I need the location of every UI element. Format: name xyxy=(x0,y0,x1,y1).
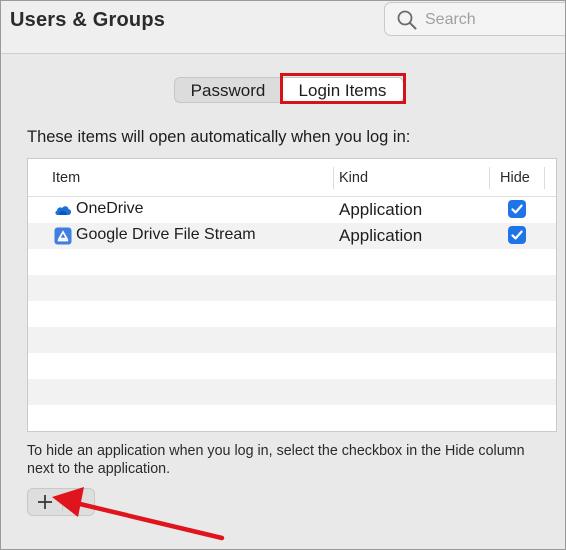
window-title: Users & Groups xyxy=(10,9,166,31)
google-drive-icon xyxy=(54,227,72,245)
checkmark-icon xyxy=(511,230,523,240)
hide-instructions: To hide an application when you log in, … xyxy=(27,443,525,477)
onedrive-cloud-icon xyxy=(55,206,72,215)
empty-row xyxy=(28,249,556,275)
add-remove-control xyxy=(27,488,95,516)
tab-password[interactable]: Password xyxy=(174,77,282,103)
table-header: Item Kind Hide xyxy=(28,159,556,197)
control-divider xyxy=(62,494,63,511)
column-header-hide[interactable]: Hide xyxy=(500,170,530,186)
empty-row xyxy=(28,301,556,327)
column-divider xyxy=(544,167,545,189)
login-items-table: Item Kind Hide OneDrive Application Goog… xyxy=(27,158,557,432)
search-input[interactable] xyxy=(425,9,555,31)
empty-row xyxy=(28,405,556,431)
empty-row xyxy=(28,379,556,405)
column-header-item[interactable]: Item xyxy=(52,170,80,186)
search-icon xyxy=(397,10,417,30)
table-row-google-drive[interactable]: Google Drive File Stream Application xyxy=(28,223,556,249)
login-items-intro: These items will open automatically when… xyxy=(27,128,411,146)
plus-icon[interactable] xyxy=(36,492,54,512)
title-bar: Users & Groups xyxy=(1,1,565,54)
empty-row xyxy=(28,327,556,353)
column-divider xyxy=(489,167,490,189)
search-field[interactable] xyxy=(384,2,565,36)
item-name: OneDrive xyxy=(76,200,144,217)
checkmark-icon xyxy=(511,204,523,214)
column-header-kind[interactable]: Kind xyxy=(339,170,368,186)
item-name: Google Drive File Stream xyxy=(76,226,256,243)
empty-row xyxy=(28,353,556,379)
hide-checkbox[interactable] xyxy=(508,200,526,218)
column-divider xyxy=(333,167,334,189)
table-row-onedrive[interactable]: OneDrive Application xyxy=(28,197,556,223)
item-kind: Application xyxy=(339,200,423,219)
preferences-window: Users & Groups Password Login Items Thes… xyxy=(0,0,566,550)
hide-checkbox[interactable] xyxy=(508,226,526,244)
item-kind: Application xyxy=(339,226,423,245)
tab-login-items[interactable]: Login Items xyxy=(282,77,404,103)
empty-row xyxy=(28,275,556,301)
